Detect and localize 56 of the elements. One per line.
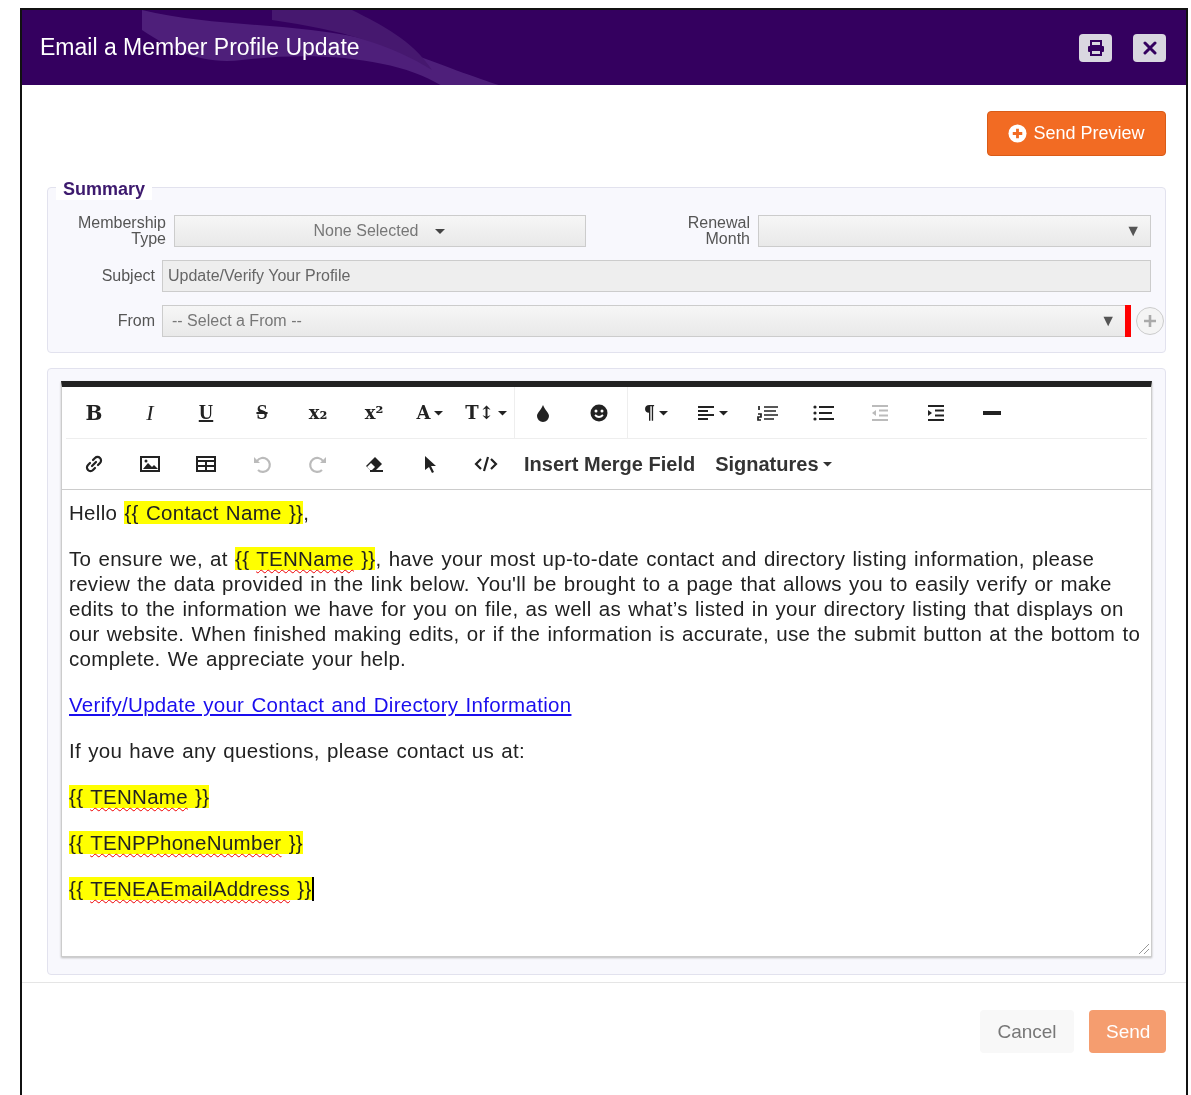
table-icon xyxy=(196,456,216,472)
body-paragraph: To ensure we, at {{ TENName }}, have your most up-to-date contact and directory listing information, please review the data provided in the link below. You'll be brought to a page that allows you to easily verify or make edits to the information we have for you on file, as well as what’s listed in your directory listing that displays on our website. When finished making edits, or if the information is accurate, use the submit button at the bottom to complete. We appreciate your help. xyxy=(69,546,1142,671)
field-label: Renewal Month xyxy=(686,215,750,247)
caret-icon xyxy=(434,227,447,235)
resize-grip-icon[interactable] xyxy=(1136,941,1150,955)
pointer-icon xyxy=(423,455,437,473)
indent-icon xyxy=(927,404,945,421)
field-label: Membership Type xyxy=(76,215,166,247)
undo-icon xyxy=(252,454,272,474)
eraser-icon xyxy=(364,455,384,473)
subject-field[interactable]: Update/Verify Your Profile xyxy=(162,260,1151,292)
numbered-list-icon xyxy=(757,404,779,421)
printer-icon xyxy=(1086,39,1105,56)
outdent-icon xyxy=(871,404,889,421)
plus-icon xyxy=(1143,314,1157,328)
verify-link[interactable]: Verify/Update your Contact and Directory Information xyxy=(69,692,572,717)
dialog-title: Email a Member Profile Update xyxy=(40,34,360,61)
bold-button[interactable]: B xyxy=(66,392,122,433)
caret-icon xyxy=(497,409,507,416)
toolbar-button[interactable]: Insert Merge Field xyxy=(514,444,706,484)
format-button[interactable]: x₂ xyxy=(290,392,346,433)
format-button[interactable]: T↕ xyxy=(458,392,514,433)
renewal-month-select[interactable]: ▼ xyxy=(758,215,1151,247)
body-paragraph: {{ TENPPhoneNumber }} xyxy=(69,830,304,855)
toolbar-button[interactable]: Signatures xyxy=(705,444,842,484)
redo-icon xyxy=(308,454,328,474)
caret-icon xyxy=(659,409,669,416)
format-button[interactable]: ¶ xyxy=(628,392,684,433)
link-icon xyxy=(85,455,103,473)
bullet-list-icon xyxy=(813,404,835,421)
italic-button[interactable]: I xyxy=(122,392,178,433)
body-paragraph: {{ TENEAEmailAddress }} xyxy=(69,876,315,901)
format-button[interactable]: x² xyxy=(346,392,402,433)
summary-legend: Summary xyxy=(56,179,153,200)
caret-icon xyxy=(822,461,832,467)
field-label: From xyxy=(116,312,155,330)
print-button[interactable] xyxy=(1079,33,1112,62)
caret-icon xyxy=(718,409,728,416)
cancel-button[interactable]: Cancel xyxy=(980,1010,1074,1053)
underline-button[interactable]: U xyxy=(178,392,234,433)
caret-icon xyxy=(434,409,444,416)
format-button[interactable]: A xyxy=(402,392,458,433)
plus-circle-icon xyxy=(1008,124,1028,143)
from-select[interactable]: -- Select a From -- ▼ xyxy=(162,305,1125,337)
strikethrough-button[interactable]: S xyxy=(234,392,290,433)
smiley-icon xyxy=(590,403,608,422)
field-label: Subject xyxy=(100,267,155,285)
close-icon xyxy=(1142,40,1157,55)
close-button[interactable] xyxy=(1133,33,1166,62)
code-icon xyxy=(474,456,498,472)
body-paragraph: {{ TENName }} xyxy=(69,784,211,809)
membership-type-select[interactable]: None Selected xyxy=(174,215,586,247)
align-left-icon xyxy=(696,404,715,421)
drop-icon xyxy=(536,403,550,422)
body-paragraph: If you have any questions, please contact us at: xyxy=(69,738,526,763)
image-icon xyxy=(140,456,160,472)
